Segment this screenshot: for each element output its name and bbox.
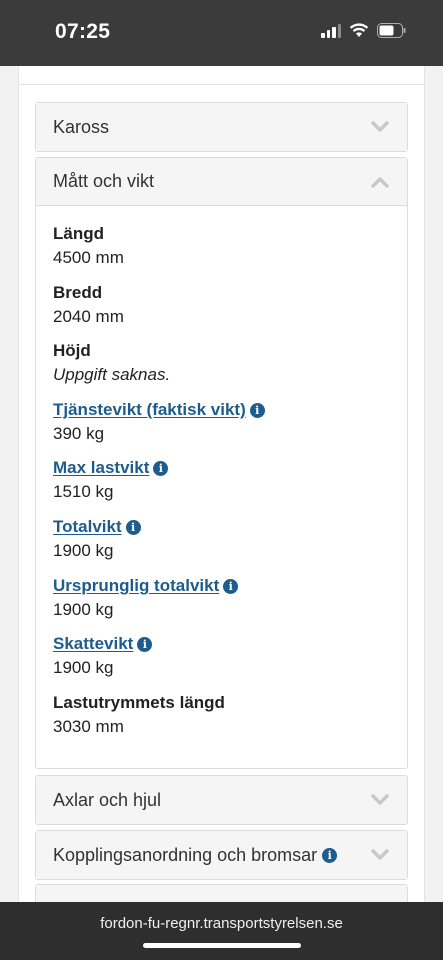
field-label-link[interactable]: Ursprunglig totalvikt i	[53, 574, 239, 598]
chevron-down-icon	[371, 790, 389, 811]
link-text[interactable]: Tjänstevikt (faktisk vikt)	[53, 400, 246, 420]
field-value: 390 kg	[53, 424, 105, 443]
link-text[interactable]: Max lastvikt	[53, 458, 149, 478]
field-bredd: Bredd 2040 mm	[53, 281, 124, 329]
field-label: Lastutrymmets längd	[53, 693, 225, 712]
info-icon[interactable]: i	[249, 402, 265, 418]
field-value: Uppgift saknas.	[53, 365, 171, 384]
card-divider	[18, 84, 425, 85]
info-icon[interactable]: i	[153, 460, 169, 476]
field-lastutrymmets-langd: Lastutrymmets längd 3030 mm	[53, 691, 225, 739]
panel-title: Axlar och hjul	[53, 789, 162, 810]
panel-kaross[interactable]: Kaross	[35, 102, 408, 152]
info-icon[interactable]: i	[125, 519, 141, 535]
panel-header-kaross[interactable]: Kaross	[36, 103, 407, 151]
home-indicator[interactable]	[143, 943, 301, 948]
field-totalvikt: Totalvikt i 1900 kg	[53, 515, 141, 563]
panel-header-matt-och-vikt[interactable]: Mått och vikt	[36, 158, 407, 206]
field-value: 1510 kg	[53, 482, 114, 501]
field-label-link[interactable]: Tjänstevikt (faktisk vikt) i	[53, 398, 265, 422]
panel-title: Kaross	[53, 116, 110, 137]
status-bar: 07:25	[0, 0, 443, 66]
battery-icon	[377, 23, 407, 38]
info-icon[interactable]: i	[223, 578, 239, 594]
panel-body-matt-och-vikt: Längd 4500 mm Bredd 2040 mm Höjd Uppgift…	[36, 206, 407, 768]
field-label: Bredd	[53, 283, 103, 302]
link-text[interactable]: Ursprunglig totalvikt	[53, 576, 219, 596]
field-value: 2040 mm	[53, 307, 124, 326]
chevron-down-icon	[371, 117, 389, 138]
link-text[interactable]: Totalvikt	[53, 517, 122, 537]
panel-header-axlar-och-hjul[interactable]: Axlar och hjul	[36, 776, 407, 824]
field-label-link[interactable]: Totalvikt i	[53, 515, 141, 539]
field-value: 4500 mm	[53, 248, 124, 267]
panel-header-kopplingsanordning[interactable]: Kopplingsanordning och bromsar i	[36, 831, 407, 879]
link-text[interactable]: Skattevikt	[53, 634, 133, 654]
panel-title: Kopplingsanordning och bromsar	[53, 844, 318, 865]
signal-icon	[321, 23, 341, 38]
status-icons	[321, 23, 407, 38]
wifi-icon	[349, 23, 369, 38]
field-value: 1900 kg	[53, 658, 114, 677]
info-icon[interactable]: i	[137, 636, 153, 652]
field-label-link[interactable]: Skattevikt i	[53, 632, 153, 656]
field-ursprunglig-totalvikt: Ursprunglig totalvikt i 1900 kg	[53, 574, 239, 622]
info-icon[interactable]: i	[322, 847, 338, 863]
panel-matt-och-vikt[interactable]: Mått och vikt Längd 4500 mm Bredd 2040 m…	[35, 157, 408, 769]
field-value: 3030 mm	[53, 717, 124, 736]
field-label: Höjd	[53, 341, 91, 360]
field-label: Längd	[53, 224, 104, 243]
browser-url-bar[interactable]: fordon-fu-regnr.transportstyrelsen.se	[0, 902, 443, 960]
field-label-link[interactable]: Max lastvikt i	[53, 456, 169, 480]
chevron-up-icon	[371, 172, 389, 193]
status-time: 07:25	[55, 20, 111, 43]
panel-title: Mått och vikt	[53, 171, 155, 191]
panel-axlar-och-hjul[interactable]: Axlar och hjul	[35, 775, 408, 825]
panel-kopplingsanordning[interactable]: Kopplingsanordning och bromsar i	[35, 830, 408, 880]
field-hojd: Höjd Uppgift saknas.	[53, 339, 170, 387]
field-langd: Längd 4500 mm	[53, 222, 124, 270]
field-value: 1900 kg	[53, 600, 114, 619]
field-tjanstevikt: Tjänstevikt (faktisk vikt) i 390 kg	[53, 398, 265, 446]
field-value: 1900 kg	[53, 541, 114, 560]
url-domain[interactable]: fordon-fu-regnr.transportstyrelsen.se	[0, 915, 443, 932]
chevron-down-icon	[371, 845, 389, 866]
field-max-lastvikt: Max lastvikt i 1510 kg	[53, 456, 169, 504]
field-skattevikt: Skattevikt i 1900 kg	[53, 632, 153, 680]
